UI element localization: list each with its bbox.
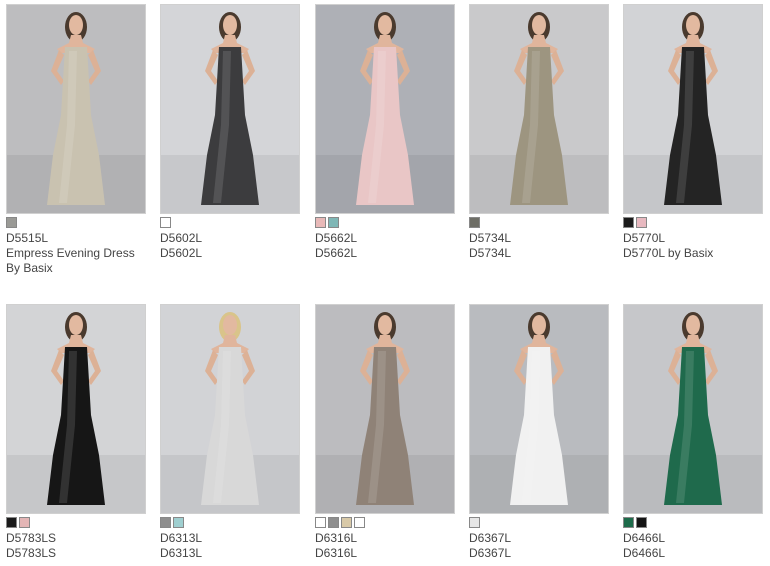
product-card[interactable]: D5515L Empress Evening Dress By Basix <box>6 4 146 276</box>
color-swatches <box>6 517 146 528</box>
product-card[interactable]: D5602L D5602L <box>160 4 300 261</box>
product-photo[interactable] <box>160 4 300 214</box>
color-swatch[interactable] <box>623 517 634 528</box>
product-card[interactable]: D5770L D5770L by Basix <box>623 4 763 261</box>
color-swatch[interactable] <box>354 517 365 528</box>
color-swatch[interactable] <box>328 217 339 228</box>
color-swatch[interactable] <box>636 517 647 528</box>
product-photo-illustration <box>624 305 762 513</box>
product-code: D5602L <box>160 231 203 245</box>
product-card[interactable]: D6466L D6466L <box>623 304 763 561</box>
color-swatches <box>160 217 300 228</box>
model-head <box>69 15 83 35</box>
model-head <box>378 15 392 35</box>
product-name-link[interactable]: By Basix <box>6 261 146 276</box>
product-card[interactable]: D6367L D6367L <box>469 304 609 561</box>
color-swatch[interactable] <box>469 517 480 528</box>
product-code: D5783LS <box>6 531 57 545</box>
model-head <box>378 315 392 335</box>
product-name-link[interactable]: D6313L <box>160 546 300 561</box>
product-photo-illustration <box>7 5 145 213</box>
product-photo[interactable] <box>469 4 609 214</box>
product-photo[interactable] <box>623 4 763 214</box>
product-name-link[interactable]: D5602L <box>160 246 300 261</box>
product-name-link[interactable]: D5783LS <box>6 546 146 561</box>
product-code: D6466L <box>623 531 666 545</box>
color-swatch[interactable] <box>173 517 184 528</box>
product-photo-illustration <box>316 5 454 213</box>
product-name-link[interactable]: D6367L <box>469 546 609 561</box>
product-photo-illustration <box>470 305 608 513</box>
color-swatches <box>469 217 609 228</box>
product-grid: D5515L Empress Evening Dress By Basix D5602… <box>0 0 770 566</box>
color-swatch[interactable] <box>623 217 634 228</box>
product-card[interactable]: D5662L D5662L <box>315 4 455 261</box>
color-swatches <box>160 517 300 528</box>
model-head <box>686 15 700 35</box>
color-swatches <box>315 517 455 528</box>
color-swatch[interactable] <box>636 217 647 228</box>
color-swatch[interactable] <box>315 217 326 228</box>
model-head <box>532 15 546 35</box>
product-photo-illustration <box>624 5 762 213</box>
product-name-link[interactable]: Empress Evening Dress <box>6 246 146 261</box>
product-code: D6313L <box>160 531 203 545</box>
color-swatch[interactable] <box>341 517 352 528</box>
product-photo[interactable] <box>315 4 455 214</box>
color-swatches <box>315 217 455 228</box>
model-head <box>69 315 83 335</box>
color-swatch[interactable] <box>160 217 171 228</box>
product-photo[interactable] <box>160 304 300 514</box>
product-photo[interactable] <box>315 304 455 514</box>
product-name-link[interactable]: D5770L by Basix <box>623 246 763 261</box>
model-head <box>686 315 700 335</box>
color-swatch[interactable] <box>6 517 17 528</box>
product-card[interactable]: D6316L D6316L <box>315 304 455 561</box>
product-code: D5770L <box>623 231 666 245</box>
product-name-link[interactable]: D5662L <box>315 246 455 261</box>
product-photo-illustration <box>470 5 608 213</box>
product-photo[interactable] <box>6 304 146 514</box>
product-name-link[interactable]: D6466L <box>623 546 763 561</box>
product-name-link[interactable]: D6316L <box>315 546 455 561</box>
color-swatches <box>623 517 763 528</box>
product-photo-illustration <box>316 305 454 513</box>
color-swatch[interactable] <box>469 217 480 228</box>
product-name-link[interactable]: D5734L <box>469 246 609 261</box>
product-code: D6367L <box>469 531 512 545</box>
product-code: D6316L <box>315 531 358 545</box>
model-head <box>223 315 237 335</box>
color-swatch[interactable] <box>19 517 30 528</box>
product-photo-illustration <box>7 305 145 513</box>
product-card[interactable]: D5734L D5734L <box>469 4 609 261</box>
product-photo[interactable] <box>469 304 609 514</box>
model-head <box>223 15 237 35</box>
color-swatches <box>469 517 609 528</box>
product-code: D5515L <box>6 231 49 245</box>
color-swatches <box>623 217 763 228</box>
color-swatch[interactable] <box>6 217 17 228</box>
product-photo-illustration <box>161 305 299 513</box>
product-code: D5662L <box>315 231 358 245</box>
color-swatch[interactable] <box>315 517 326 528</box>
color-swatch[interactable] <box>328 517 339 528</box>
color-swatch[interactable] <box>160 517 171 528</box>
model-head <box>532 315 546 335</box>
product-card[interactable]: D5783LS D5783LS <box>6 304 146 561</box>
product-photo-illustration <box>161 5 299 213</box>
product-code: D5734L <box>469 231 512 245</box>
product-card[interactable]: D6313L D6313L <box>160 304 300 561</box>
product-photo[interactable] <box>623 304 763 514</box>
product-photo[interactable] <box>6 4 146 214</box>
color-swatches <box>6 217 146 228</box>
